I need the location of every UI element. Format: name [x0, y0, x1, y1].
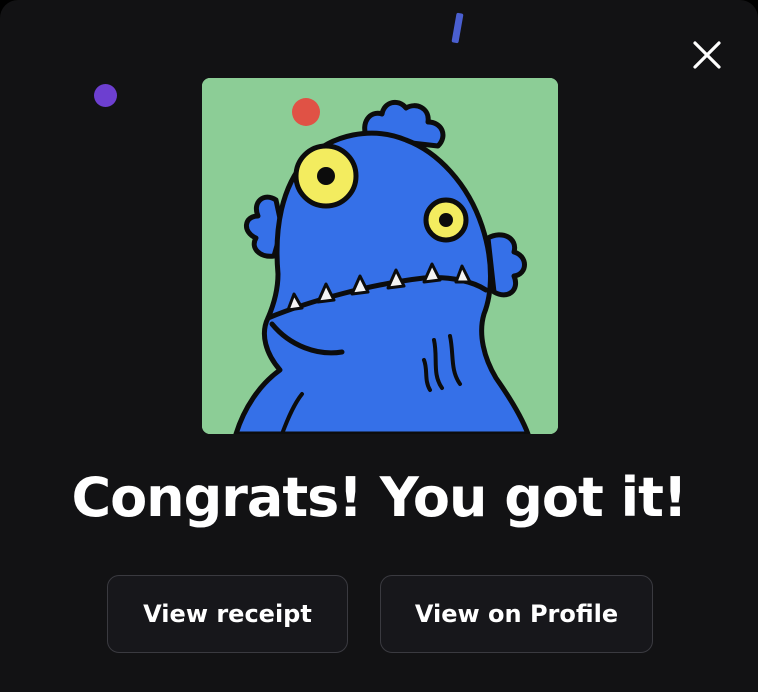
nft-artwork — [202, 78, 558, 434]
view-receipt-button[interactable]: View receipt — [107, 575, 348, 653]
confetti-dot-purple — [94, 84, 117, 107]
success-modal: Congrats! You got it! View receipt View … — [0, 0, 758, 692]
view-on-profile-button[interactable]: View on Profile — [380, 575, 653, 653]
success-headline: Congrats! You got it! — [71, 466, 687, 529]
confetti-dot-red — [292, 98, 320, 126]
confetti-strip-blue — [451, 12, 464, 44]
close-icon — [693, 41, 721, 69]
close-button[interactable] — [686, 34, 728, 76]
monster-illustration — [202, 78, 558, 434]
